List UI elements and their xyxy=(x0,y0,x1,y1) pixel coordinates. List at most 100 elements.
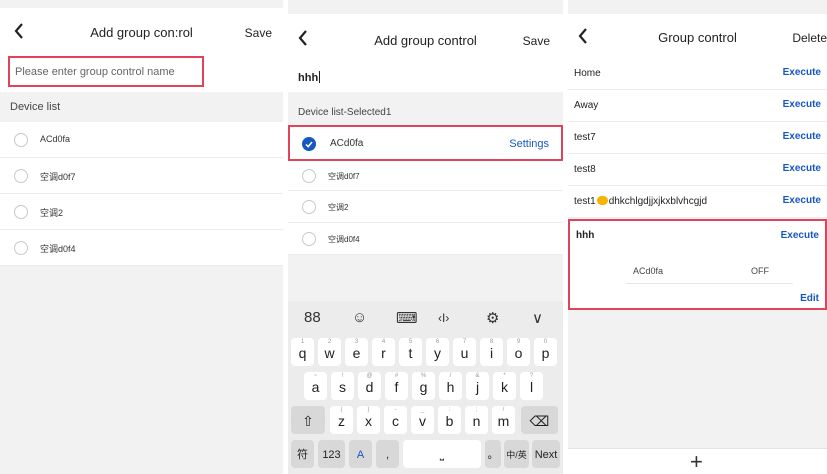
emoji-icon xyxy=(596,196,608,205)
device-state: OFF xyxy=(751,266,769,276)
backspace-key[interactable]: ⌫ xyxy=(521,406,558,434)
key-y[interactable]: 6y xyxy=(426,338,449,366)
header-bar: Add group con:rol Save xyxy=(0,8,283,56)
numbers-key[interactable]: 123 xyxy=(318,440,345,468)
keyboard-row-2: ~ a ! s @ d # f % g / h & j * k ? l xyxy=(288,372,563,406)
save-button[interactable]: Save xyxy=(245,26,272,40)
key-p[interactable]: 0p xyxy=(534,338,557,366)
key-f[interactable]: # f xyxy=(385,372,408,400)
next-key[interactable]: Next xyxy=(532,440,560,468)
language-toggle-key[interactable]: A xyxy=(349,440,372,468)
device-label: 空调d0f4 xyxy=(40,244,76,254)
key-h[interactable]: / h xyxy=(439,372,462,400)
group-row[interactable]: test1 dhkchlgdjjxjkxblvhcgjd Execute xyxy=(568,186,827,218)
group-control-panel: Group control Delete Home Execute Away E… xyxy=(568,0,827,474)
group-name: test7 xyxy=(574,132,596,143)
text-caret xyxy=(319,71,321,83)
device-row-selected[interactable]: ACd0fa Settings xyxy=(288,125,563,161)
add-icon[interactable]: + xyxy=(690,451,703,473)
emoji-icon[interactable]: ☺ xyxy=(352,309,367,326)
symbols-key[interactable]: 符 xyxy=(291,440,314,468)
key-i[interactable]: 8i xyxy=(480,338,503,366)
key-s[interactable]: ! s xyxy=(331,372,354,400)
key-r[interactable]: 4r xyxy=(372,338,395,366)
key-k[interactable]: * k xyxy=(493,372,516,400)
key-m[interactable]: / m xyxy=(492,406,515,434)
key-z[interactable]: (z xyxy=(330,406,353,434)
shift-key[interactable]: ⇧ xyxy=(291,406,325,434)
device-list: ACd0fa Settings 空调d0f7 空调2 空调d0f4 xyxy=(288,125,563,255)
key-w[interactable]: 2w xyxy=(318,338,341,366)
device-list: ACd0fa 空调d0f7 空调2 空调d0f4 xyxy=(0,122,283,266)
apps-icon[interactable]: 88 xyxy=(304,309,321,326)
device-row[interactable]: 空调d0f4 xyxy=(0,230,283,266)
key-q[interactable]: 1q xyxy=(291,338,314,366)
delete-button[interactable]: Delete xyxy=(792,31,827,45)
cn-en-switch-key[interactable]: 中/英 xyxy=(504,440,529,468)
execute-button[interactable]: Execute xyxy=(781,230,819,241)
page-title: Add group con:rol xyxy=(90,25,193,40)
key-c[interactable]: -c xyxy=(384,406,407,434)
key-o[interactable]: 9o xyxy=(507,338,530,366)
settings-link[interactable]: Settings xyxy=(509,138,549,150)
add-group-panel-empty: Add group con:rol Save Device list ACd0f… xyxy=(0,0,283,474)
period-key[interactable]: 。 xyxy=(485,440,501,468)
group-name-row xyxy=(0,56,283,92)
group-row[interactable]: test7 Execute xyxy=(568,122,827,154)
execute-button[interactable]: Execute xyxy=(783,195,821,206)
radio-button[interactable] xyxy=(14,205,28,219)
radio-button[interactable] xyxy=(302,200,316,214)
cursor-icon[interactable]: ‹I› xyxy=(438,311,449,325)
device-row[interactable]: 空调2 xyxy=(288,191,563,223)
key-x[interactable]: ) x xyxy=(357,406,380,434)
radio-button[interactable] xyxy=(302,232,316,246)
key-g[interactable]: % g xyxy=(412,372,435,400)
device-row[interactable]: 空调d0f7 xyxy=(288,161,563,191)
device-list-label: Device list xyxy=(10,101,61,113)
device-label: 空调d0f7 xyxy=(328,172,360,181)
radio-button[interactable] xyxy=(14,169,28,183)
page-title: Group control xyxy=(658,30,737,45)
key-e[interactable]: 3e xyxy=(345,338,368,366)
device-row[interactable]: 空调d0f7 xyxy=(0,158,283,194)
key-v[interactable]: _ v xyxy=(411,406,434,434)
execute-button[interactable]: Execute xyxy=(783,163,821,174)
execute-button[interactable]: Execute xyxy=(783,99,821,110)
save-button[interactable]: Save xyxy=(523,34,550,48)
chevron-down-icon[interactable]: ∨ xyxy=(532,309,543,327)
execute-button[interactable]: Execute xyxy=(783,67,821,78)
key-d[interactable]: @ d xyxy=(358,372,381,400)
radio-button[interactable] xyxy=(14,241,28,255)
edit-button[interactable]: Edit xyxy=(800,293,819,304)
radio-button[interactable] xyxy=(14,133,28,147)
key-j[interactable]: & j xyxy=(466,372,489,400)
key-t[interactable]: 5t xyxy=(399,338,422,366)
key-b[interactable]: :b xyxy=(438,406,461,434)
device-label: ACd0fa xyxy=(40,134,71,144)
comma-key[interactable]: , xyxy=(376,440,399,468)
key-u[interactable]: 7u xyxy=(453,338,476,366)
key-n[interactable]: ; n xyxy=(465,406,488,434)
key-a[interactable]: ~ a xyxy=(304,372,327,400)
group-name: test8 xyxy=(574,164,596,175)
keyboard-row-1: 1q 2w 3e 4r 5t 6y 7u 8i 9o 0p xyxy=(288,338,563,372)
device-name: ACd0fa xyxy=(633,266,664,276)
group-row[interactable]: Away Execute xyxy=(568,90,827,122)
device-row[interactable]: 空调2 xyxy=(0,194,283,230)
execute-button[interactable]: Execute xyxy=(783,131,821,142)
space-key[interactable]: ⎵ xyxy=(403,440,481,468)
radio-button[interactable] xyxy=(302,169,316,183)
group-row[interactable]: test8 Execute xyxy=(568,154,827,186)
gear-icon[interactable]: ⚙ xyxy=(486,309,499,327)
device-list-label: Device list-Selected1 xyxy=(298,107,392,118)
device-row[interactable]: ACd0fa xyxy=(0,122,283,158)
device-label: 空调2 xyxy=(40,208,64,218)
device-row[interactable]: 空调d0f4 xyxy=(288,223,563,255)
radio-button-checked[interactable] xyxy=(302,137,316,151)
group-name-input[interactable] xyxy=(8,56,204,87)
key-l[interactable]: ? l xyxy=(520,372,543,400)
group-name-field[interactable]: hhh xyxy=(288,62,563,92)
keyboard-row-bottom: 符 123 A , ⎵ 。 中/英 Next xyxy=(288,440,563,474)
keyboard-icon[interactable]: ⌨ xyxy=(396,309,418,327)
group-row[interactable]: Home Execute xyxy=(568,58,827,90)
